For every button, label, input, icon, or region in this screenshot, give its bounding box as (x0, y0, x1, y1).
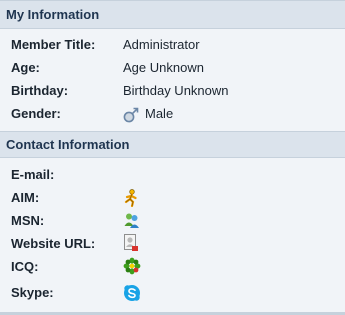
skype-icon[interactable] (123, 284, 141, 302)
my-information-title: My Information (6, 7, 100, 22)
icq-icon[interactable] (123, 257, 141, 275)
contact-information-header: Contact Information (0, 131, 345, 158)
msn-icon[interactable] (123, 212, 141, 229)
gender-row: Gender: Male (0, 103, 345, 125)
icq-label: ICQ: (11, 259, 39, 274)
gender-label: Gender: (11, 106, 61, 121)
age-label: Age: (11, 60, 40, 75)
member-title-value: Administrator (123, 37, 200, 52)
msn-label: MSN: (11, 213, 45, 228)
my-information-header: My Information (0, 0, 345, 29)
website-row: Website URL: (0, 233, 345, 255)
aim-label: AIM: (11, 190, 40, 205)
email-row: E-mail: (0, 164, 345, 186)
member-title-row: Member Title: Administrator (0, 34, 345, 56)
age-value: Age Unknown (123, 60, 204, 75)
member-title-label: Member Title: (11, 37, 96, 52)
age-row: Age: Age Unknown (0, 57, 345, 79)
contact-information-title: Contact Information (6, 137, 130, 152)
gender-male-icon (123, 107, 139, 123)
aim-icon[interactable] (123, 189, 139, 207)
birthday-label: Birthday: (11, 83, 69, 98)
website-icon[interactable] (123, 234, 139, 252)
website-label: Website URL: (11, 236, 96, 251)
email-label: E-mail: (11, 167, 55, 182)
msn-row: MSN: (0, 210, 345, 232)
aim-row: AIM: (0, 187, 345, 209)
icq-row: ICQ: (0, 256, 345, 278)
skype-row: Skype: (0, 282, 345, 304)
birthday-value: Birthday Unknown (123, 83, 229, 98)
gender-value: Male (145, 106, 174, 121)
birthday-row: Birthday: Birthday Unknown (0, 80, 345, 102)
skype-label: Skype: (11, 285, 54, 300)
